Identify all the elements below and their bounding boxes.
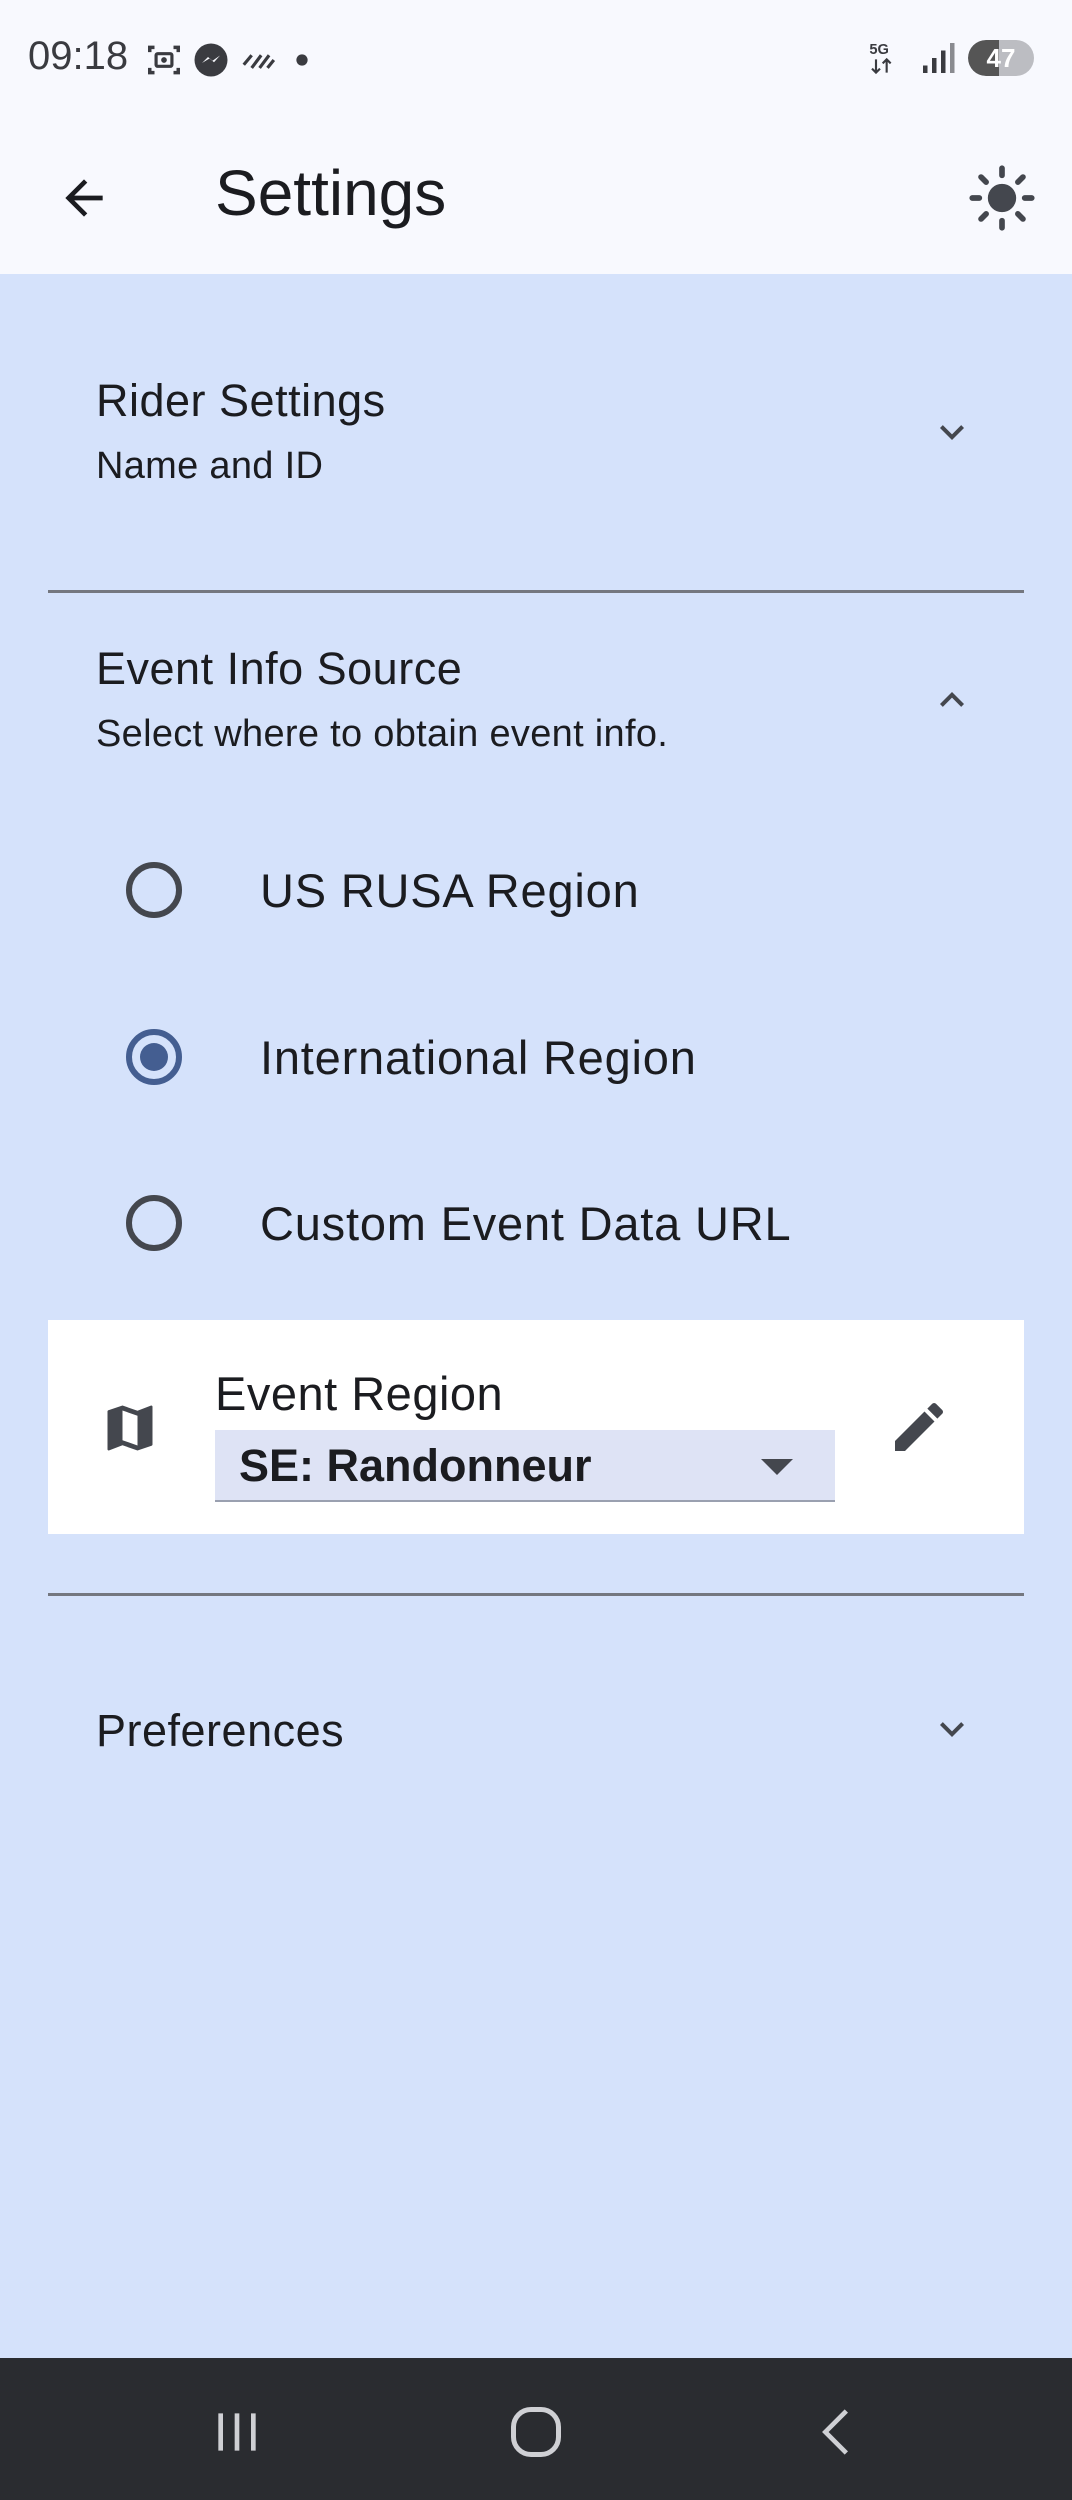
event-info-subtitle: Select where to obtain event info. <box>96 713 669 755</box>
radio-label: US RUSA Region <box>260 863 640 917</box>
radio-option-custom-url[interactable]: Custom Event Data URL <box>96 1168 976 1278</box>
pencil-icon <box>895 1402 944 1451</box>
radio-button[interactable] <box>126 1029 182 1085</box>
dropdown-arrow-icon <box>761 1459 793 1475</box>
app-bar: Settings <box>0 120 1072 274</box>
map-icon <box>107 1405 153 1451</box>
sun-icon <box>969 165 1035 231</box>
home-icon <box>511 2407 561 2457</box>
preferences-expand-button[interactable] <box>928 1705 976 1753</box>
event-info-title: Event Info Source <box>96 643 463 694</box>
status-icons-left <box>145 40 317 80</box>
radio-button[interactable] <box>126 1195 182 1251</box>
back-button[interactable] <box>48 162 120 234</box>
recent-apps-button[interactable] <box>197 2392 277 2472</box>
page-title: Settings <box>215 157 447 229</box>
radio-label: Custom Event Data URL <box>260 1196 792 1250</box>
radio-option-international[interactable]: International Region <box>96 1002 976 1112</box>
divider <box>48 1593 1024 1596</box>
nav-back-button[interactable] <box>797 2392 877 2472</box>
chevron-up-icon <box>940 692 964 707</box>
divider <box>48 590 1024 593</box>
event-info-collapse-button[interactable] <box>928 676 976 724</box>
notification-dot-icon <box>296 54 308 66</box>
battery-indicator: 47 <box>968 40 1034 76</box>
event-info-header[interactable]: Event Info Source Select where to obtain… <box>96 643 976 756</box>
preferences-title: Preferences <box>96 1705 345 1756</box>
theme-toggle-button[interactable] <box>962 158 1042 238</box>
back-icon <box>822 2409 848 2455</box>
network-5g-icon: 5G <box>869 42 892 75</box>
preferences-header[interactable]: Preferences <box>96 1705 976 1757</box>
rider-settings-title: Rider Settings <box>96 375 386 426</box>
home-button[interactable] <box>496 2392 576 2472</box>
network-label: 5G <box>869 42 889 58</box>
event-region-card: Event Region SE: Randonneur <box>48 1320 1024 1534</box>
screenshot-icon <box>148 45 180 75</box>
edit-region-button[interactable] <box>884 1392 954 1462</box>
radio-dot <box>140 1043 168 1071</box>
rider-settings-subtitle: Name and ID <box>96 445 324 487</box>
radio-option-us-rusa[interactable]: US RUSA Region <box>96 835 976 945</box>
status-bar: 09:18 5G 47 <box>0 0 1072 120</box>
battery-level: 47 <box>986 42 1016 73</box>
chevron-down-icon <box>940 425 964 440</box>
recent-apps-icon <box>218 2413 256 2451</box>
arrow-back-icon <box>65 179 103 217</box>
radio-button[interactable] <box>126 862 182 918</box>
event-region-label: Event Region <box>215 1367 504 1420</box>
event-region-value: SE: Randonneur <box>239 1440 592 1491</box>
system-nav-bar <box>0 2358 1072 2500</box>
rider-settings-expand-button[interactable] <box>928 408 976 456</box>
signal-icon <box>923 43 955 73</box>
rider-settings-header[interactable]: Rider Settings Name and ID <box>96 375 976 488</box>
messenger-icon <box>194 43 228 77</box>
data-saver-icon <box>242 54 276 69</box>
event-region-dropdown[interactable]: SE: Randonneur <box>215 1430 835 1502</box>
status-icons-right: 5G 47 <box>868 38 1034 78</box>
status-time: 09:18 <box>28 34 129 78</box>
chevron-down-icon <box>940 1722 964 1737</box>
radio-label: International Region <box>260 1030 697 1084</box>
